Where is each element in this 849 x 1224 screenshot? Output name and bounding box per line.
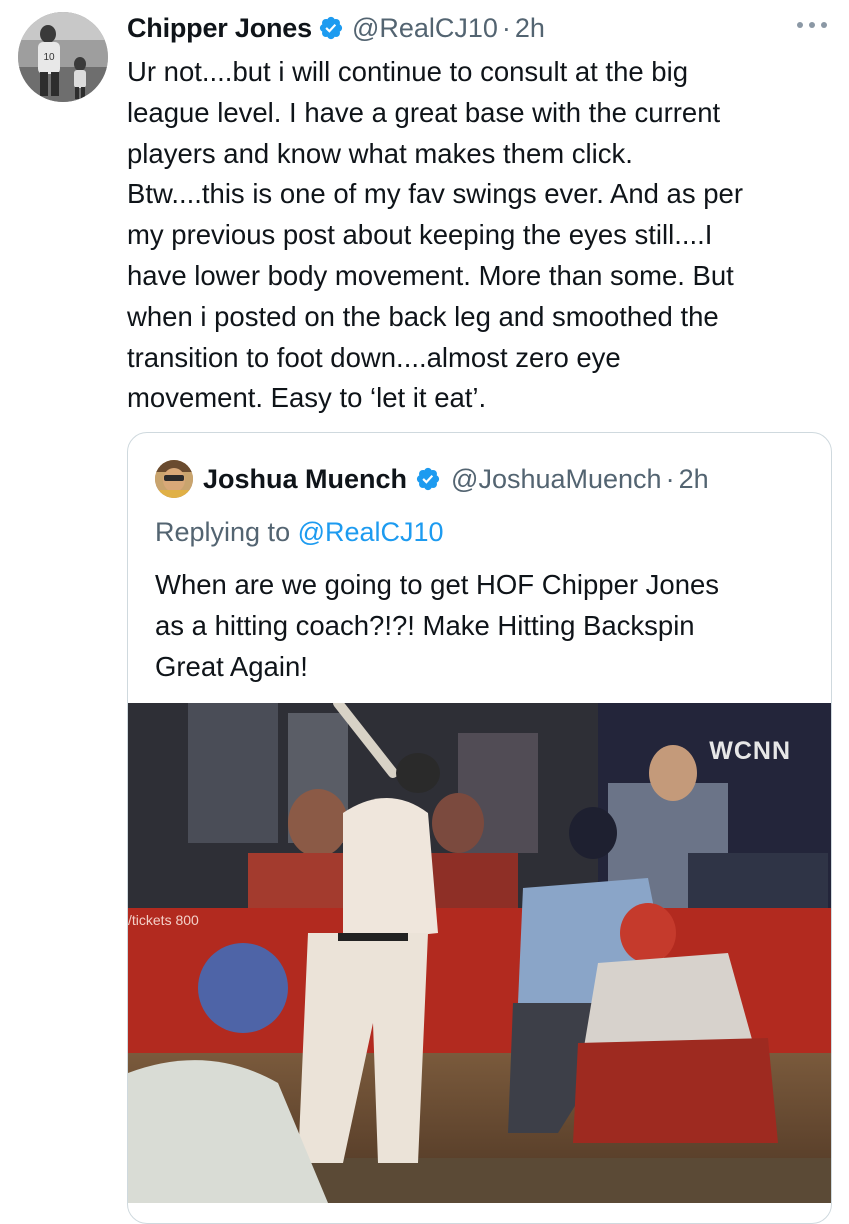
author-handle[interactable]: @RealCJ10 xyxy=(352,13,498,44)
quoted-avatar xyxy=(155,460,193,498)
svg-text:10: 10 xyxy=(43,52,55,63)
verified-badge-icon xyxy=(416,467,440,491)
separator-dot: · xyxy=(501,12,511,43)
quoted-header: Joshua Muench @JoshuaMuench · 2h xyxy=(155,457,709,501)
video-watermark: WCNN xyxy=(709,737,791,765)
tweet-time[interactable]: 2h xyxy=(515,13,545,44)
dot-1 xyxy=(797,22,803,28)
banner-text: /tickets 800 xyxy=(128,912,199,928)
quoted-text: When are we going to get HOF Chipper Jon… xyxy=(155,569,720,682)
dot-2 xyxy=(809,22,815,28)
verified-badge-icon xyxy=(319,16,343,40)
tweet-text: Ur not....but i will continue to consult… xyxy=(127,56,743,414)
quoted-tweet[interactable]: Joshua Muench @JoshuaMuench · 2h Replyin… xyxy=(127,432,832,1224)
quoted-time[interactable]: 2h xyxy=(679,464,709,495)
more-dots-icon[interactable] xyxy=(797,12,827,38)
quoted-author-name[interactable]: Joshua Muench xyxy=(203,464,407,495)
quoted-media-video[interactable]: /tickets 800 WCNN xyxy=(128,703,831,1203)
tweet: 10 Chipper Jones @RealCJ10 · 2h Ur not..… xyxy=(0,0,849,1224)
author-name[interactable]: Chipper Jones xyxy=(127,13,312,44)
replying-to: Replying to @RealCJ10 xyxy=(155,517,444,548)
quoted-author-handle[interactable]: @JoshuaMuench xyxy=(451,464,662,495)
replying-prefix: Replying to xyxy=(155,517,291,547)
replying-mention-link[interactable]: @RealCJ10 xyxy=(298,517,444,547)
dot-3 xyxy=(821,22,827,28)
baseball-swing-image: /tickets 800 xyxy=(128,703,831,1203)
separator-dot: · xyxy=(665,463,675,494)
author-avatar[interactable]: 10 xyxy=(18,12,108,102)
tweet-header: Chipper Jones @RealCJ10 · 2h xyxy=(127,6,545,50)
